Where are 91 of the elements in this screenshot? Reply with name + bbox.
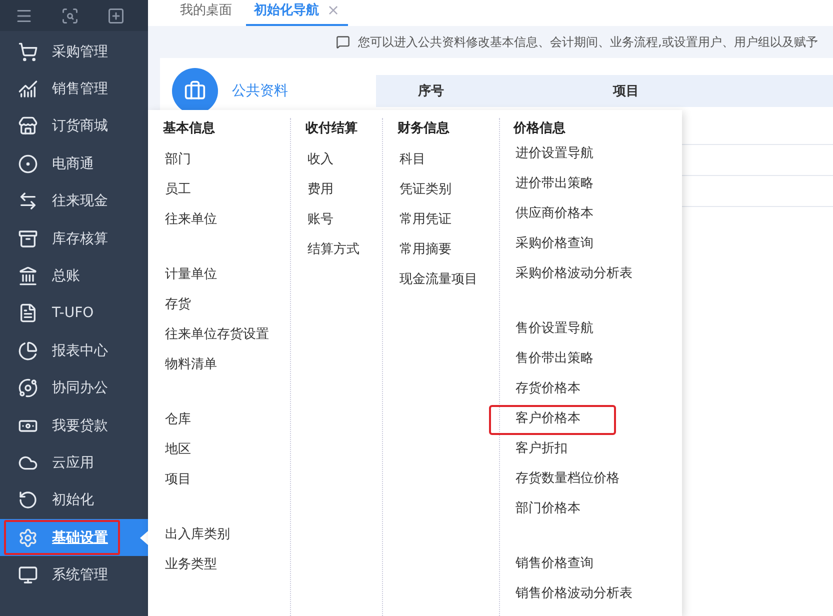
bank-icon — [18, 266, 38, 286]
sidebar-item[interactable]: 协同办公 — [0, 370, 148, 407]
sidebar-item[interactable]: 总账 — [0, 257, 148, 295]
orbit-icon — [18, 378, 38, 398]
menu-item[interactable]: 存货数量档位价格 — [510, 465, 622, 495]
sidebar-label: 系统管理 — [52, 566, 108, 584]
menu-heading: 价格信息 — [514, 120, 567, 138]
menu-item[interactable]: 收入 — [302, 146, 336, 176]
menu-item[interactable]: 结算方式 — [302, 236, 362, 266]
settings-icon — [18, 528, 38, 548]
sidebar-item[interactable]: 报表中心 — [0, 332, 148, 370]
sidebar-item[interactable]: 销售管理 — [0, 70, 148, 108]
menu-heading: 基本信息 — [163, 120, 216, 138]
sidebar-label: 销售管理 — [52, 80, 108, 98]
sidebar-label: 报表中心 — [52, 342, 108, 360]
add-icon[interactable] — [107, 6, 125, 24]
sidebar-item[interactable]: 往来现金 — [0, 182, 148, 220]
sidebar-item[interactable]: 订货商城 — [0, 108, 148, 146]
cart-icon — [18, 42, 38, 62]
sidebar-label: 我要贷款 — [52, 416, 108, 435]
sidebar-item[interactable]: 基础设置 — [0, 519, 148, 556]
menu-item[interactable]: 业务类型 — [160, 551, 219, 581]
menu-item[interactable]: 出入库类别 — [160, 521, 232, 551]
menu-item[interactable]: 部门 — [160, 146, 193, 176]
menu-item[interactable]: 项目 — [160, 466, 193, 496]
menu-item[interactable]: 地区 — [160, 436, 193, 466]
sidebar-label: 往来现金 — [52, 192, 108, 210]
sidebar-label: 采购管理 — [52, 42, 108, 61]
sidebar-item[interactable]: 电商通 — [0, 145, 148, 183]
menu-item[interactable]: 常用凭证 — [394, 206, 454, 236]
column-header: 序号 — [417, 82, 445, 100]
menu-item[interactable]: 进价带出策略 — [510, 170, 596, 200]
archive-icon — [18, 228, 38, 249]
menu-item[interactable]: 计量单位 — [160, 261, 219, 291]
menu-item[interactable]: 往来单位 — [160, 206, 219, 236]
circle-icon — [18, 154, 38, 174]
menu-item[interactable]: 进价设置导航 — [510, 140, 596, 170]
menu-item[interactable]: 物料清单 — [160, 351, 219, 381]
menu-item[interactable]: 费用 — [302, 176, 336, 206]
store-icon — [18, 116, 38, 136]
menu-item[interactable]: 售价带出策略 — [510, 345, 596, 375]
menu-item[interactable]: 采购价格查询 — [510, 230, 596, 260]
chart-icon — [18, 79, 38, 100]
sidebar-item[interactable]: T-UFO — [0, 294, 148, 332]
sidebar-label: 总账 — [52, 267, 80, 286]
sidebar-label: 协同办公 — [52, 379, 108, 398]
sidebar-item[interactable]: 我要贷款 — [0, 406, 148, 444]
notice-text: 您可以进入公共资料修改基本信息、会计期间、业务流程,或设置用户、用户组以及赋予 — [358, 34, 818, 50]
sidebar-item[interactable]: 采购管理 — [0, 33, 148, 70]
monitor-icon — [18, 565, 38, 586]
card-title[interactable]: 公共资料 — [232, 82, 362, 100]
sidebar-item[interactable]: 云应用 — [0, 444, 148, 482]
menu-item[interactable]: 仓库 — [160, 406, 193, 436]
menu-heading: 财务信息 — [397, 120, 450, 138]
menu-heading: 收付结算 — [305, 120, 358, 138]
sidebar-label: 基础设置 — [52, 528, 108, 547]
tab[interactable]: 我的桌面 — [172, 1, 240, 26]
menu-item[interactable]: 常用摘要 — [394, 236, 454, 266]
arrows-icon — [18, 191, 38, 212]
sidebar-label: 初始化 — [52, 491, 94, 510]
search-icon[interactable] — [61, 6, 79, 24]
pie-chart-icon — [18, 340, 38, 361]
refresh-icon — [18, 490, 38, 510]
menu-item[interactable]: 部门价格本 — [510, 495, 583, 525]
menu-item[interactable]: 现金流量项目 — [394, 266, 480, 296]
menu-item[interactable]: 账号 — [302, 206, 336, 236]
menu-item[interactable]: 采购价格波动分析表 — [510, 260, 635, 290]
menu-item[interactable]: 科目 — [394, 146, 428, 176]
document-icon — [18, 303, 38, 324]
sidebar-label: 库存核算 — [52, 230, 108, 248]
tab[interactable]: 初始化导航 × — [246, 1, 348, 26]
menu-item[interactable]: 客户折扣 — [510, 435, 570, 465]
sidebar-label: 订货商城 — [52, 117, 108, 136]
menu-item[interactable]: 销售价格查询 — [510, 550, 596, 580]
sidebar-label: 电商通 — [52, 154, 94, 173]
menu-item[interactable]: 销售价格波动分析表 — [510, 580, 635, 610]
menu-item[interactable]: 存货价格本 — [510, 375, 583, 405]
sidebar-item[interactable]: 库存核算 — [0, 220, 148, 258]
sidebar-label: T-UFO — [52, 305, 94, 322]
menu-item[interactable]: 员工 — [160, 176, 193, 206]
sidebar-label: 云应用 — [52, 454, 94, 472]
sidebar-item[interactable]: 系统管理 — [0, 556, 148, 594]
message-icon — [336, 35, 350, 49]
menu-item[interactable]: 售价设置导航 — [510, 315, 596, 345]
column-header: 项目 — [612, 83, 640, 100]
menu-item[interactable]: 供应商价格本 — [510, 200, 596, 230]
menu-item[interactable]: 存货 — [160, 291, 193, 321]
sidebar-item[interactable]: 初始化 — [0, 482, 148, 520]
menu-item[interactable]: 往来单位存货设置 — [160, 321, 271, 351]
menu-item[interactable]: 客户价格本 — [488, 405, 616, 435]
menu-item[interactable]: 凭证类别 — [394, 176, 454, 206]
